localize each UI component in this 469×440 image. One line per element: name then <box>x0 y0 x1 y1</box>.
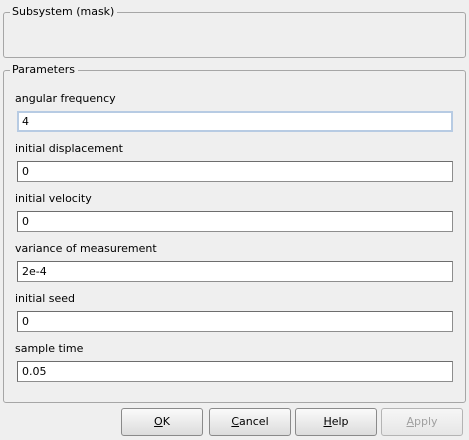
variance-of-measurement-input[interactable] <box>17 261 453 282</box>
apply-button[interactable]: Apply <box>381 408 463 436</box>
parameters-groupbox-title: Parameters <box>10 63 78 77</box>
initial-displacement-input[interactable] <box>17 161 453 182</box>
cancel-button-label: Cancel <box>231 415 269 428</box>
subsystem-groupbox: Subsystem (mask) <box>3 5 466 58</box>
apply-button-label: Apply <box>406 415 438 428</box>
initial-velocity-label: initial velocity <box>15 192 92 205</box>
help-button[interactable]: Help <box>295 408 377 436</box>
help-button-label: Help <box>323 415 349 428</box>
angular-frequency-label: angular frequency <box>15 92 116 105</box>
cancel-button[interactable]: Cancel <box>209 408 291 436</box>
sample-time-input[interactable] <box>17 361 453 382</box>
initial-displacement-label: initial displacement <box>15 142 123 155</box>
initial-seed-input[interactable] <box>17 311 453 332</box>
ok-button-label: OK <box>154 415 170 428</box>
parameters-groupbox: Parameters angular frequency initial dis… <box>3 63 466 403</box>
dialog-button-row: OK Cancel Help Apply <box>0 408 469 436</box>
sample-time-label: sample time <box>15 342 84 355</box>
initial-seed-label: initial seed <box>15 292 75 305</box>
variance-of-measurement-label: variance of measurement <box>15 242 157 255</box>
ok-button[interactable]: OK <box>121 408 203 436</box>
subsystem-groupbox-title: Subsystem (mask) <box>10 5 118 19</box>
initial-velocity-input[interactable] <box>17 211 453 232</box>
angular-frequency-input[interactable] <box>17 111 453 132</box>
